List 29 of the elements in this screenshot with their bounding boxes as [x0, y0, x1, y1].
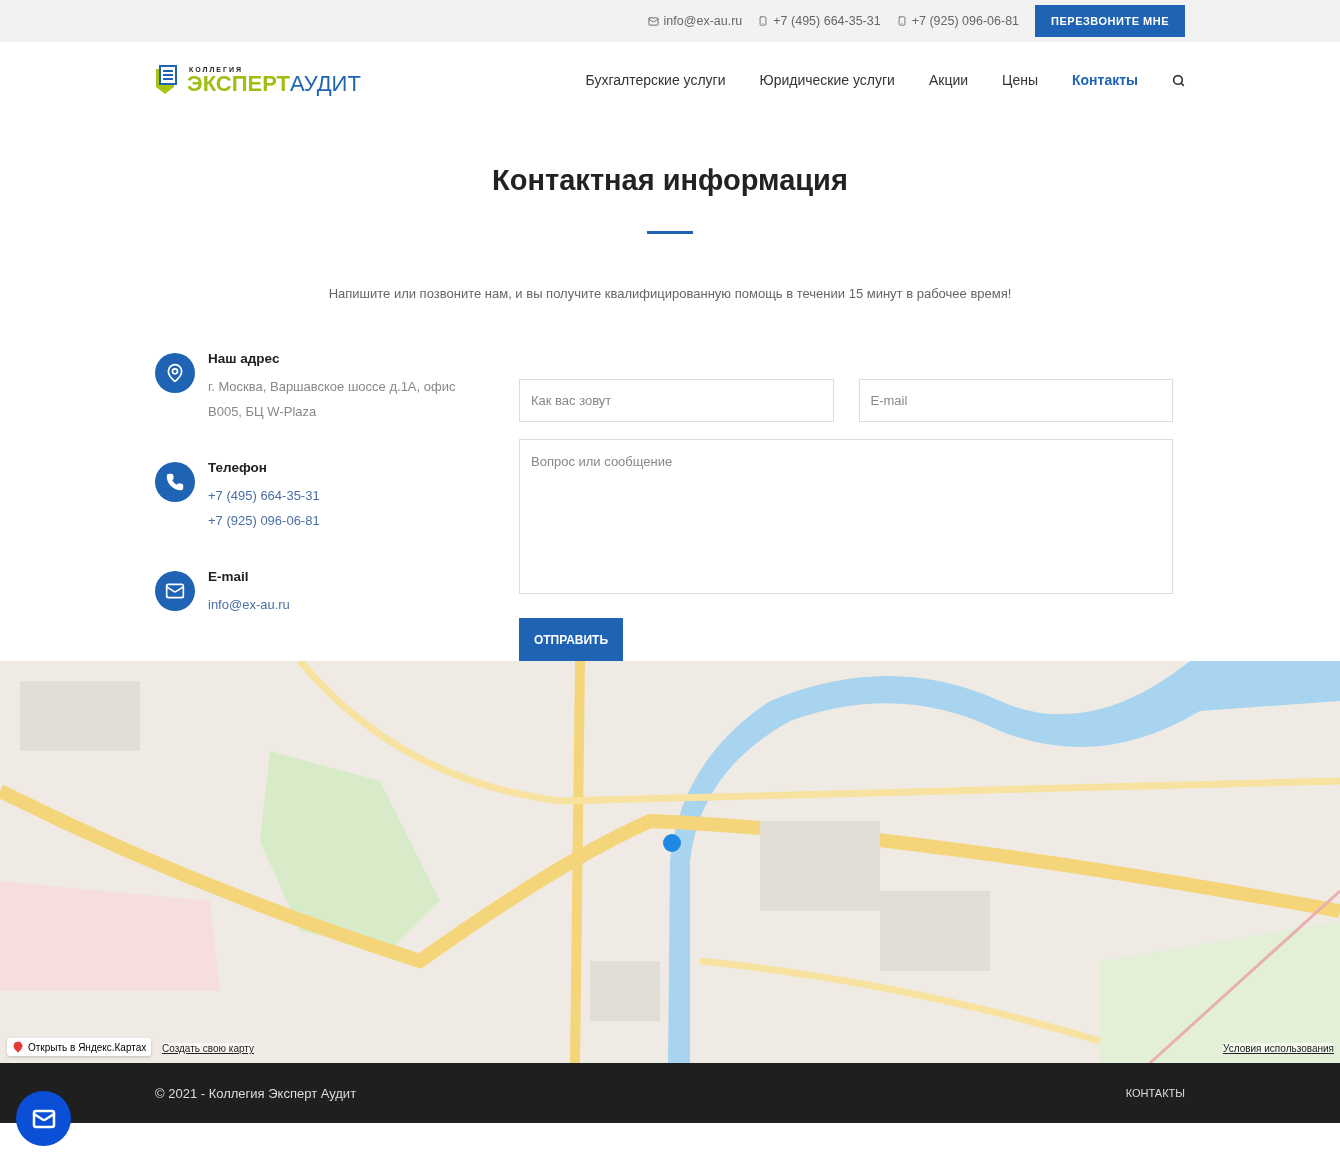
- contact-text: +7 (495) 664-35-31: [773, 14, 881, 28]
- contact-link[interactable]: +7 (925) 096-06-81: [208, 508, 320, 533]
- email-field[interactable]: E-mail: [858, 379, 1173, 422]
- name-field[interactable]: Как вас зовут: [519, 379, 834, 422]
- contact-title: Наш адрес: [208, 351, 281, 366]
- submit-button[interactable]: ОТПРАВИТЬ: [519, 618, 623, 661]
- contact-title: E-mail: [208, 569, 250, 584]
- contact-title: Телефон: [208, 460, 269, 475]
- nav-link[interactable]: Контакты: [1072, 72, 1138, 88]
- nav-link[interactable]: Цены: [1002, 72, 1038, 88]
- intro-text: Напишите или позвоните нам, и вы получите квалифицированную помощь в течении 15 минут в рабочее время!: [328, 286, 1012, 301]
- logo-word: ЭКСПЕРТ: [187, 72, 290, 95]
- callback-button[interactable]: ПЕРЕЗВОНИТЕ МНЕ: [1035, 5, 1185, 37]
- message-field[interactable]: Вопрос или сообщение: [519, 439, 1173, 595]
- open-map-button[interactable]: Открыть в Яндекс.Картах: [7, 1038, 152, 1056]
- nav-link[interactable]: Акции: [928, 72, 969, 88]
- contact-text: info@ex-au.ru: [663, 14, 743, 28]
- logo-word: АУДИТ: [290, 72, 361, 95]
- copyright-text: © 2021 - Коллегия Эксперт Аудит: [155, 1085, 357, 1101]
- contact-link[interactable]: info@ex-au.ru: [208, 592, 290, 617]
- nav-link[interactable]: Бухгалтерские услуги: [585, 72, 726, 88]
- footer-link[interactable]: КОНТАКТЫ: [1125, 1087, 1185, 1099]
- contact-link[interactable]: +7 (495) 664-35-31: [208, 483, 320, 508]
- address-text: г. Москва, Варшавское шоссе д.1А, офис В005, БЦ W-Plaza: [208, 378, 457, 421]
- contact-text: +7 (925) 096-06-81: [911, 14, 1020, 28]
- terms-link[interactable]: Условия использования: [1223, 1043, 1334, 1054]
- page-title: Контактная информация: [492, 164, 848, 197]
- create-map-link[interactable]: Создать свою карту: [162, 1043, 254, 1054]
- nav-link[interactable]: Юридические услуги: [759, 72, 895, 88]
